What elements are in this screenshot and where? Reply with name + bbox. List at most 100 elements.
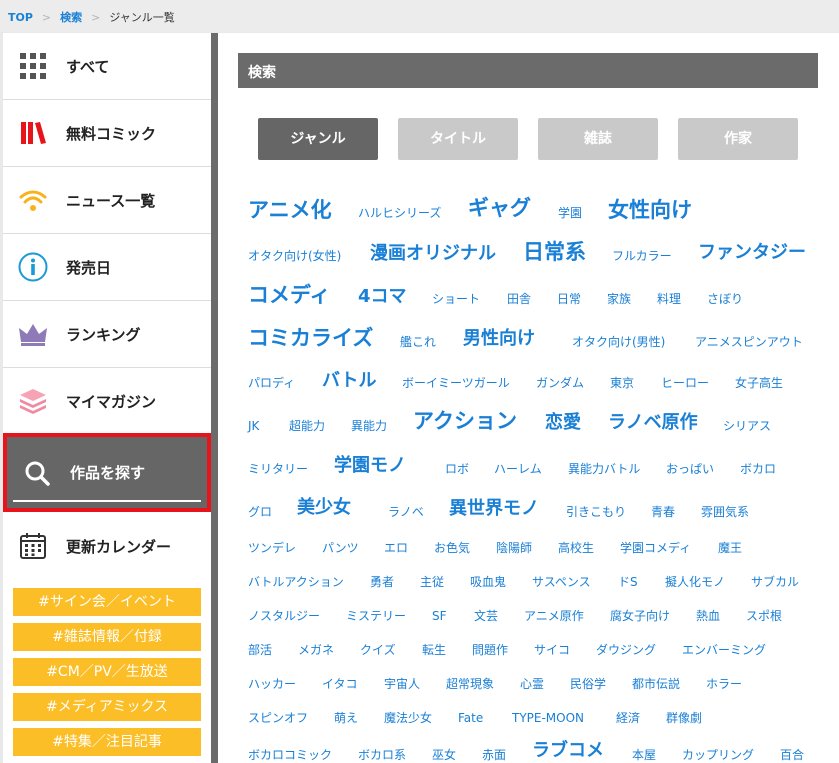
- genre-link[interactable]: ラノベ原作: [608, 414, 698, 432]
- genre-link[interactable]: 異能力: [351, 420, 387, 432]
- genre-link[interactable]: 家族: [607, 293, 631, 305]
- genre-link[interactable]: 学園コメディ: [620, 542, 691, 554]
- genre-link[interactable]: ガンダム: [536, 377, 584, 389]
- breadcrumb-search-link[interactable]: 検索: [60, 11, 82, 24]
- genre-link[interactable]: ボカロコミック: [248, 749, 332, 761]
- genre-link[interactable]: サスペンス: [532, 576, 591, 588]
- sidebar-item-ranking[interactable]: ランキング: [3, 301, 211, 368]
- genre-link[interactable]: 腐女子向け: [610, 610, 670, 622]
- genre-link[interactable]: 擬人化モノ: [665, 576, 725, 588]
- genre-link[interactable]: SF: [432, 610, 447, 622]
- breadcrumb-top-link[interactable]: TOP: [8, 11, 33, 24]
- genre-link[interactable]: 民俗学: [570, 678, 606, 690]
- genre-link[interactable]: 雰囲気系: [701, 506, 749, 518]
- sidebar-item-release-date[interactable]: 発売日: [3, 234, 211, 301]
- genre-link[interactable]: 学園: [558, 207, 582, 219]
- sidebar-item-update-calendar[interactable]: 更新カレンダー: [3, 512, 211, 580]
- genre-link[interactable]: エンバーミング: [682, 644, 766, 656]
- genre-link[interactable]: 東京: [610, 377, 634, 389]
- genre-link[interactable]: 田舎: [507, 293, 531, 305]
- genre-link[interactable]: さぼり: [707, 293, 743, 305]
- genre-link[interactable]: オタク向け(男性): [572, 336, 665, 348]
- genre-link[interactable]: ファンタジー: [698, 244, 806, 262]
- sidebar-item-my-magazine[interactable]: マイマガジン: [3, 368, 211, 435]
- genre-link[interactable]: 部活: [248, 644, 272, 656]
- genre-link[interactable]: 主従: [420, 576, 444, 588]
- tag-button-signing-event[interactable]: #サイン会／イベント: [13, 588, 201, 616]
- genre-link[interactable]: 青春: [651, 506, 675, 518]
- genre-link[interactable]: 吸血鬼: [470, 576, 506, 588]
- genre-link[interactable]: サブカル: [751, 576, 799, 588]
- genre-link[interactable]: 高校生: [558, 542, 594, 554]
- genre-link[interactable]: 4コマ: [358, 288, 407, 306]
- genre-link[interactable]: 熱血: [696, 610, 720, 622]
- genre-link[interactable]: シリアス: [723, 420, 771, 432]
- sidebar-item-search-works[interactable]: 作品を探す: [3, 433, 211, 512]
- genre-link[interactable]: ノスタルジー: [248, 610, 320, 622]
- genre-link[interactable]: 日常系: [523, 242, 586, 263]
- genre-link[interactable]: アクション: [413, 411, 517, 432]
- genre-link[interactable]: アニメ原作: [524, 610, 584, 622]
- genre-link[interactable]: 男性向け: [463, 330, 535, 348]
- genre-link[interactable]: 学園モノ: [334, 457, 406, 475]
- genre-link[interactable]: 女子高生: [735, 377, 783, 389]
- genre-link[interactable]: 文芸: [474, 610, 498, 622]
- genre-link[interactable]: グロ: [248, 506, 272, 518]
- genre-link[interactable]: ハーレム: [494, 463, 542, 475]
- genre-link[interactable]: オタク向け(女性): [248, 250, 341, 262]
- tab-magazine[interactable]: 雑誌: [538, 118, 658, 160]
- genre-link[interactable]: ショート: [432, 293, 480, 305]
- tag-button-magazine-info[interactable]: #雑誌情報／付録: [13, 623, 201, 651]
- tab-author[interactable]: 作家: [678, 118, 798, 160]
- genre-link[interactable]: 心霊: [520, 678, 544, 690]
- genre-link[interactable]: ホラー: [706, 678, 742, 690]
- genre-link[interactable]: フルカラー: [612, 250, 672, 262]
- genre-link[interactable]: 群像劇: [666, 712, 702, 724]
- genre-link[interactable]: 異世界モノ: [449, 500, 539, 518]
- genre-link[interactable]: ツンデレ: [248, 542, 296, 554]
- genre-link[interactable]: 超能力: [289, 420, 325, 432]
- genre-link[interactable]: 異能力バトル: [568, 463, 640, 475]
- genre-link[interactable]: スピンオフ: [248, 712, 308, 724]
- genre-link[interactable]: ミステリー: [346, 610, 406, 622]
- genre-link[interactable]: お色気: [434, 542, 470, 554]
- genre-link[interactable]: 勇者: [370, 576, 394, 588]
- genre-link[interactable]: アニメスピンアウト: [695, 336, 803, 348]
- genre-link[interactable]: 陰陽師: [496, 542, 532, 554]
- genre-link[interactable]: Fate: [458, 712, 483, 724]
- genre-link[interactable]: 漫画オリジナル: [370, 245, 496, 263]
- genre-link[interactable]: 都市伝説: [632, 678, 680, 690]
- genre-link[interactable]: JK: [248, 420, 259, 432]
- genre-link[interactable]: パロディ: [248, 377, 295, 389]
- sidebar-item-all[interactable]: すべて: [3, 33, 211, 100]
- genre-link[interactable]: バトル: [322, 372, 377, 390]
- genre-link[interactable]: ロボ: [445, 463, 469, 475]
- genre-link[interactable]: ボカロ系: [358, 749, 406, 761]
- genre-link[interactable]: TYPE-MOON: [512, 712, 584, 724]
- genre-link[interactable]: 経済: [616, 712, 640, 724]
- genre-link[interactable]: ハルヒシリーズ: [358, 207, 441, 219]
- genre-link[interactable]: ダウジング: [596, 644, 656, 656]
- genre-link[interactable]: メガネ: [298, 644, 334, 656]
- genre-link[interactable]: 萌え: [334, 712, 358, 724]
- tab-genre[interactable]: ジャンル: [258, 118, 378, 160]
- genre-link[interactable]: 引きこもり: [566, 506, 626, 518]
- genre-link[interactable]: 巫女: [432, 749, 456, 761]
- sidebar-item-free-comics[interactable]: 無料コミック: [3, 100, 211, 167]
- genre-link[interactable]: ドS: [618, 576, 638, 588]
- genre-link[interactable]: パンツ: [322, 542, 359, 554]
- genre-link[interactable]: クイズ: [360, 644, 396, 656]
- genre-link[interactable]: 超常現象: [446, 678, 494, 690]
- genre-link[interactable]: ミリタリー: [248, 463, 308, 475]
- genre-link[interactable]: 艦これ: [400, 336, 436, 348]
- tag-button-media-mix[interactable]: #メディアミックス: [13, 693, 201, 721]
- genre-link[interactable]: イタコ: [322, 678, 358, 690]
- genre-link[interactable]: 料理: [657, 293, 681, 305]
- genre-link[interactable]: 魔法少女: [384, 712, 432, 724]
- genre-link[interactable]: ラノベ: [388, 506, 424, 518]
- genre-link[interactable]: コメディ: [248, 285, 331, 306]
- genre-link[interactable]: 百合: [780, 749, 804, 761]
- tag-button-feature[interactable]: #特集／注目記事: [13, 728, 201, 756]
- genre-link[interactable]: アニメ化: [248, 200, 332, 221]
- tag-button-cm-pv[interactable]: #CM／PV／生放送: [13, 658, 201, 686]
